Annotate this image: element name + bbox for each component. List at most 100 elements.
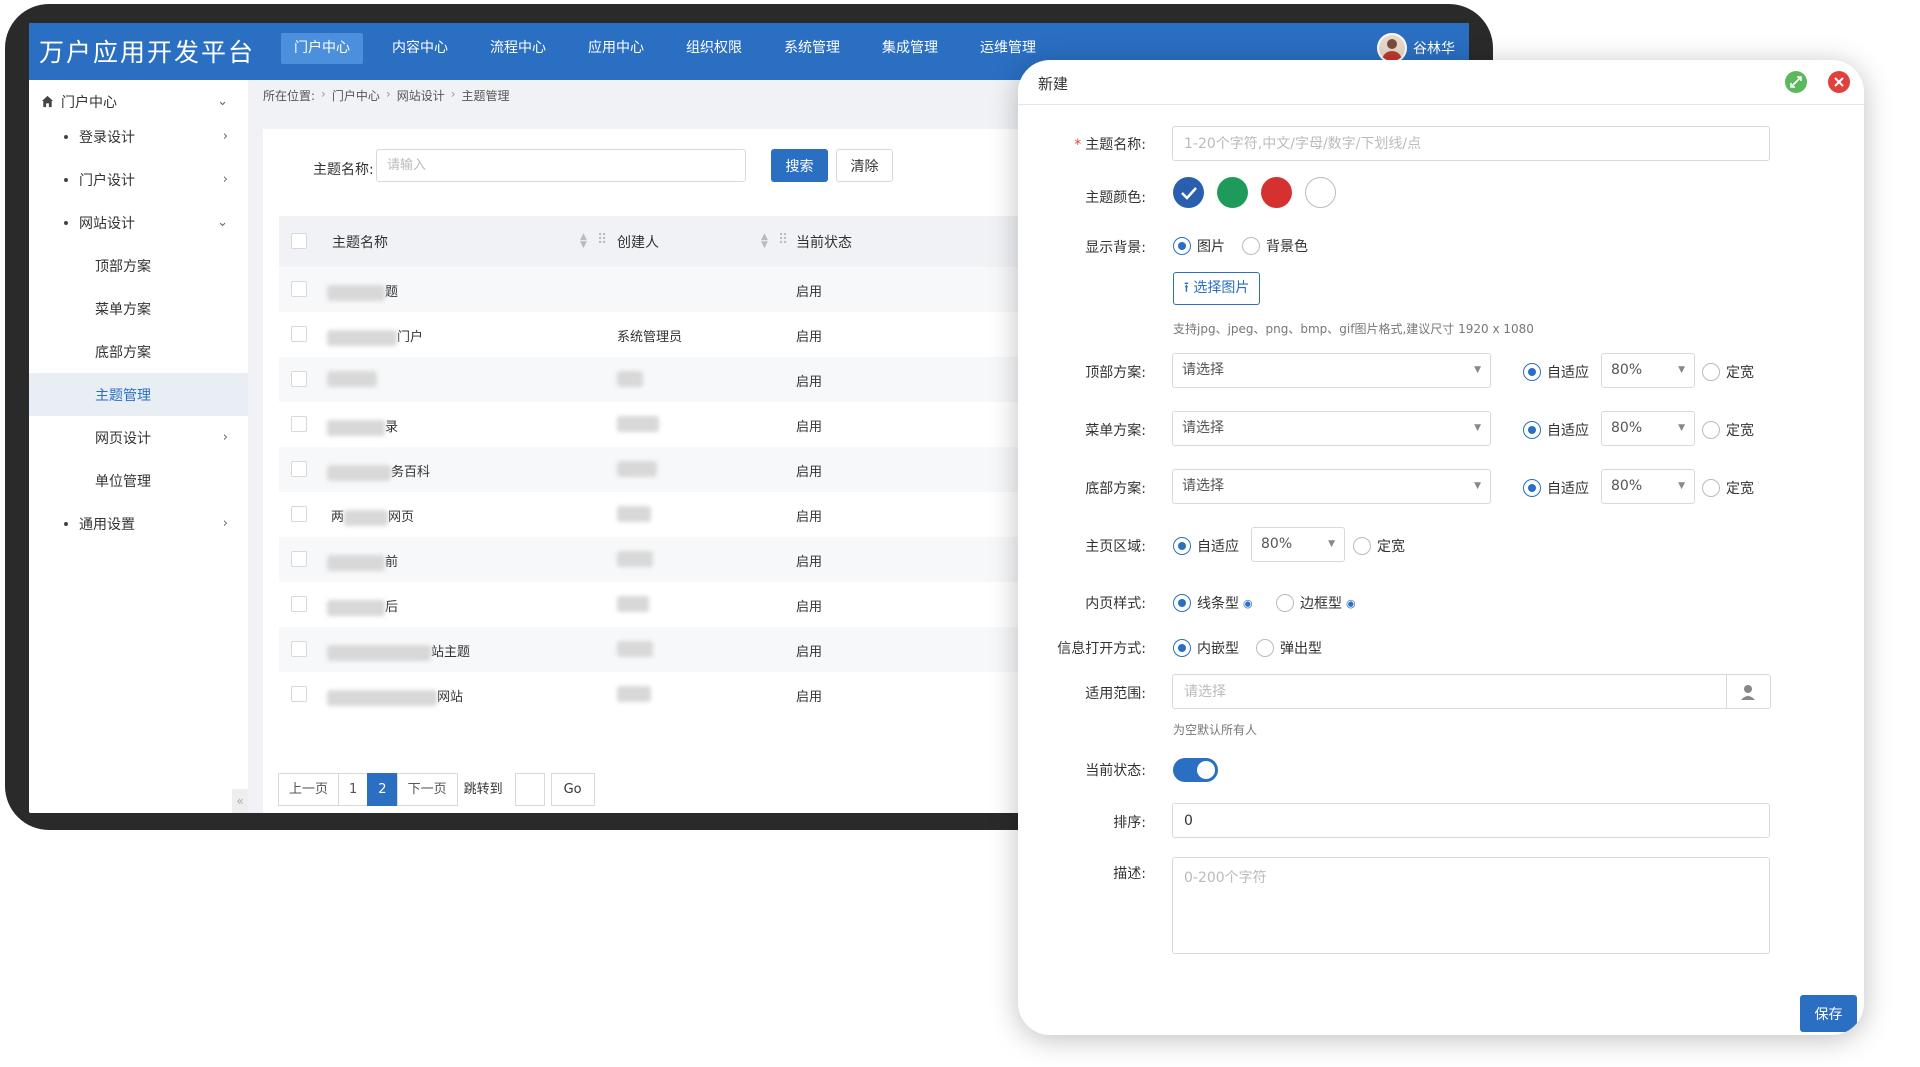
nav-item-organization[interactable]: 组织权限 bbox=[673, 33, 755, 64]
menu-plan-select[interactable]: 请选择 ▼ bbox=[1172, 411, 1491, 446]
sort-icon[interactable]: ▲ ▼ bbox=[761, 233, 768, 250]
radio-inner-line[interactable]: 线条型 ◉ bbox=[1173, 593, 1253, 613]
cell-creator bbox=[617, 461, 657, 477]
sidebar-item-login-design[interactable]: 登录设计 › bbox=[29, 115, 248, 158]
row-checkbox[interactable] bbox=[291, 641, 307, 657]
radio-home-fixed[interactable]: 定宽 bbox=[1353, 536, 1405, 556]
radio-background-color[interactable]: 背景色 bbox=[1242, 236, 1308, 256]
nav-item-application[interactable]: 应用中心 bbox=[575, 33, 657, 64]
choose-image-button[interactable]: ⭱ 选择图片 bbox=[1173, 272, 1261, 305]
bottom-percent-select[interactable]: 80% ▼ bbox=[1601, 469, 1695, 504]
sidebar-item-general-settings[interactable]: 通用设置 › bbox=[29, 502, 248, 545]
row-checkbox[interactable] bbox=[291, 416, 307, 432]
sort-input[interactable] bbox=[1172, 803, 1770, 838]
row-checkbox[interactable] bbox=[291, 551, 307, 567]
column-header-status[interactable]: 当前状态 bbox=[796, 232, 852, 252]
radio-home-adaptive[interactable]: 自适应 bbox=[1173, 536, 1239, 556]
sidebar-item-label: 通用设置 bbox=[79, 516, 135, 533]
expand-icon[interactable] bbox=[1785, 71, 1807, 93]
nav-item-portal[interactable]: 门户中心 bbox=[281, 33, 363, 64]
radio-open-embedded[interactable]: 内嵌型 bbox=[1173, 638, 1239, 658]
sidebar-item-bottom-plan[interactable]: 底部方案 bbox=[29, 330, 248, 373]
go-button[interactable]: Go bbox=[550, 773, 595, 806]
search-button[interactable]: 搜索 bbox=[771, 149, 828, 182]
bullet-dot bbox=[64, 220, 68, 225]
chevron-down-icon: ⌄ bbox=[217, 94, 228, 109]
row-checkbox[interactable] bbox=[291, 326, 307, 342]
bottom-plan-select[interactable]: 请选择 ▼ bbox=[1172, 469, 1491, 504]
sidebar-item-label: 底部方案 bbox=[95, 344, 151, 361]
sidebar-item-portal-design[interactable]: 门户设计 › bbox=[29, 158, 248, 201]
row-checkbox[interactable] bbox=[291, 596, 307, 612]
radio-bottom-fixed[interactable]: 定宽 bbox=[1702, 478, 1754, 498]
nav-item-integration[interactable]: 集成管理 bbox=[869, 33, 951, 64]
cell-name: 录 bbox=[327, 416, 398, 436]
sidebar-item-webpage-design[interactable]: 网页设计 › bbox=[29, 416, 248, 459]
menu-percent-select[interactable]: 80% ▼ bbox=[1601, 411, 1695, 446]
sidebar-item-website-design[interactable]: 网站设计 ⌄ bbox=[29, 201, 248, 244]
next-page-button[interactable]: 下一页 bbox=[396, 773, 458, 806]
top-percent-select[interactable]: 80% ▼ bbox=[1601, 353, 1695, 388]
row-checkbox[interactable] bbox=[291, 371, 307, 387]
page-button-current[interactable]: 2 bbox=[367, 773, 398, 806]
save-button[interactable]: 保存 bbox=[1800, 995, 1857, 1032]
sidebar-item-menu-plan[interactable]: 菜单方案 bbox=[29, 287, 248, 330]
cell-creator bbox=[617, 596, 649, 612]
row-checkbox[interactable] bbox=[291, 686, 307, 702]
user-menu[interactable]: 谷林华 bbox=[1377, 33, 1455, 63]
row-checkbox[interactable] bbox=[291, 281, 307, 297]
breadcrumb-item[interactable]: 门户中心 bbox=[332, 87, 380, 104]
user-picker-button[interactable] bbox=[1727, 674, 1771, 709]
drag-handle-icon[interactable]: ⠿ bbox=[778, 232, 788, 248]
select-all-checkbox[interactable] bbox=[291, 233, 307, 249]
status-toggle[interactable] bbox=[1173, 758, 1218, 782]
clear-button[interactable]: 清除 bbox=[836, 149, 893, 182]
description-textarea[interactable] bbox=[1172, 857, 1770, 954]
drag-handle-icon[interactable]: ⠿ bbox=[597, 232, 607, 248]
chevron-right-icon: › bbox=[222, 172, 228, 187]
sidebar-collapse-button[interactable]: « bbox=[232, 789, 248, 813]
main-nav: 门户中心 内容中心 流程中心 应用中心 组织权限 系统管理 集成管理 运维管理 bbox=[281, 33, 1065, 64]
column-header-creator[interactable]: 创建人 bbox=[617, 232, 659, 252]
close-icon[interactable] bbox=[1828, 71, 1850, 93]
nav-item-workflow[interactable]: 流程中心 bbox=[477, 33, 559, 64]
prev-page-button[interactable]: 上一页 bbox=[278, 773, 340, 806]
radio-top-fixed[interactable]: 定宽 bbox=[1702, 362, 1754, 382]
radio-menu-fixed[interactable]: 定宽 bbox=[1702, 420, 1754, 440]
color-swatch-white[interactable] bbox=[1305, 177, 1336, 208]
column-header-name[interactable]: 主题名称 bbox=[332, 232, 388, 252]
sidebar-item-unit-management[interactable]: 单位管理 bbox=[29, 459, 248, 502]
breadcrumb-item[interactable]: 网站设计 bbox=[397, 87, 445, 104]
scope-input[interactable] bbox=[1172, 674, 1727, 709]
sidebar-item-label: 菜单方案 bbox=[95, 301, 151, 318]
radio-menu-adaptive[interactable]: 自适应 bbox=[1523, 420, 1589, 440]
radio-top-adaptive[interactable]: 自适应 bbox=[1523, 362, 1589, 382]
eye-icon: ◉ bbox=[1243, 596, 1253, 610]
home-percent-select[interactable]: 80% ▼ bbox=[1251, 527, 1345, 562]
search-input[interactable] bbox=[376, 149, 746, 182]
sort-icon[interactable]: ▲ ▼ bbox=[580, 233, 587, 250]
radio-inner-border[interactable]: 边框型 ◉ bbox=[1276, 593, 1356, 613]
nav-item-content[interactable]: 内容中心 bbox=[379, 33, 461, 64]
theme-name-input[interactable] bbox=[1172, 126, 1770, 161]
radio-bottom-adaptive[interactable]: 自适应 bbox=[1523, 478, 1589, 498]
page-button[interactable]: 1 bbox=[338, 773, 369, 806]
radio-open-popup[interactable]: 弹出型 bbox=[1256, 638, 1322, 658]
row-checkbox[interactable] bbox=[291, 461, 307, 477]
eye-icon: ◉ bbox=[1346, 596, 1356, 610]
nav-item-system[interactable]: 系统管理 bbox=[771, 33, 853, 64]
row-checkbox[interactable] bbox=[291, 506, 307, 522]
cell-creator bbox=[617, 371, 643, 387]
sidebar-item-top-plan[interactable]: 顶部方案 bbox=[29, 244, 248, 287]
radio-background-image[interactable]: 图片 bbox=[1173, 236, 1225, 256]
color-swatch-red[interactable] bbox=[1261, 177, 1292, 208]
app-title: 万户应用开发平台 bbox=[39, 38, 256, 67]
menu-plan-label: 菜单方案: bbox=[1085, 423, 1146, 439]
color-swatch-green[interactable] bbox=[1217, 177, 1248, 208]
cell-name: 务百科 bbox=[327, 461, 430, 481]
avatar bbox=[1377, 33, 1407, 63]
color-swatch-blue[interactable] bbox=[1173, 177, 1204, 208]
top-plan-select[interactable]: 请选择 ▼ bbox=[1172, 353, 1491, 388]
jump-page-input[interactable] bbox=[514, 773, 545, 806]
sidebar-item-theme-management[interactable]: 主题管理 bbox=[29, 373, 248, 416]
